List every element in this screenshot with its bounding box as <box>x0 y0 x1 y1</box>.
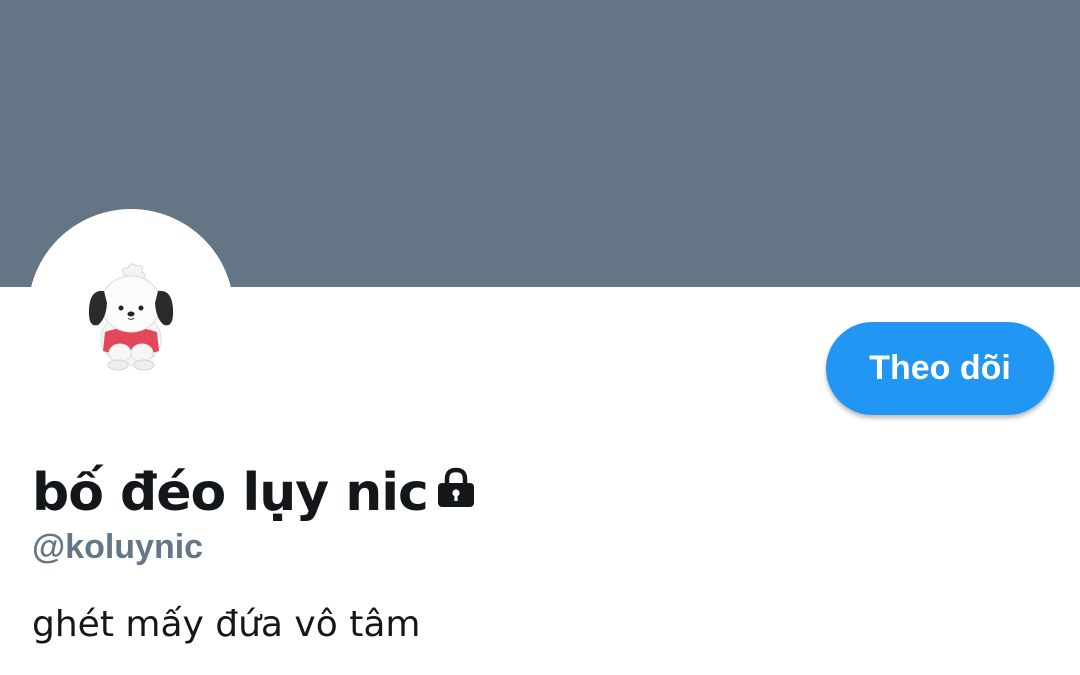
display-name-row: bố đéo lụy nic <box>32 458 478 528</box>
avatar[interactable] <box>34 215 228 409</box>
display-name: bố đéo lụy nic <box>32 463 429 523</box>
follow-button[interactable]: Theo dõi <box>826 322 1054 415</box>
profile-bio: ghét mấy đứa vô tâm <box>32 604 421 645</box>
profile-page: Theo dõi bố đéo lụy nic @koluynic ghét m… <box>0 0 1080 675</box>
pochacco-avatar-icon <box>88 263 174 371</box>
username-handle: @koluynic <box>32 528 204 566</box>
avatar-border <box>28 209 234 415</box>
lock-icon <box>434 465 478 509</box>
